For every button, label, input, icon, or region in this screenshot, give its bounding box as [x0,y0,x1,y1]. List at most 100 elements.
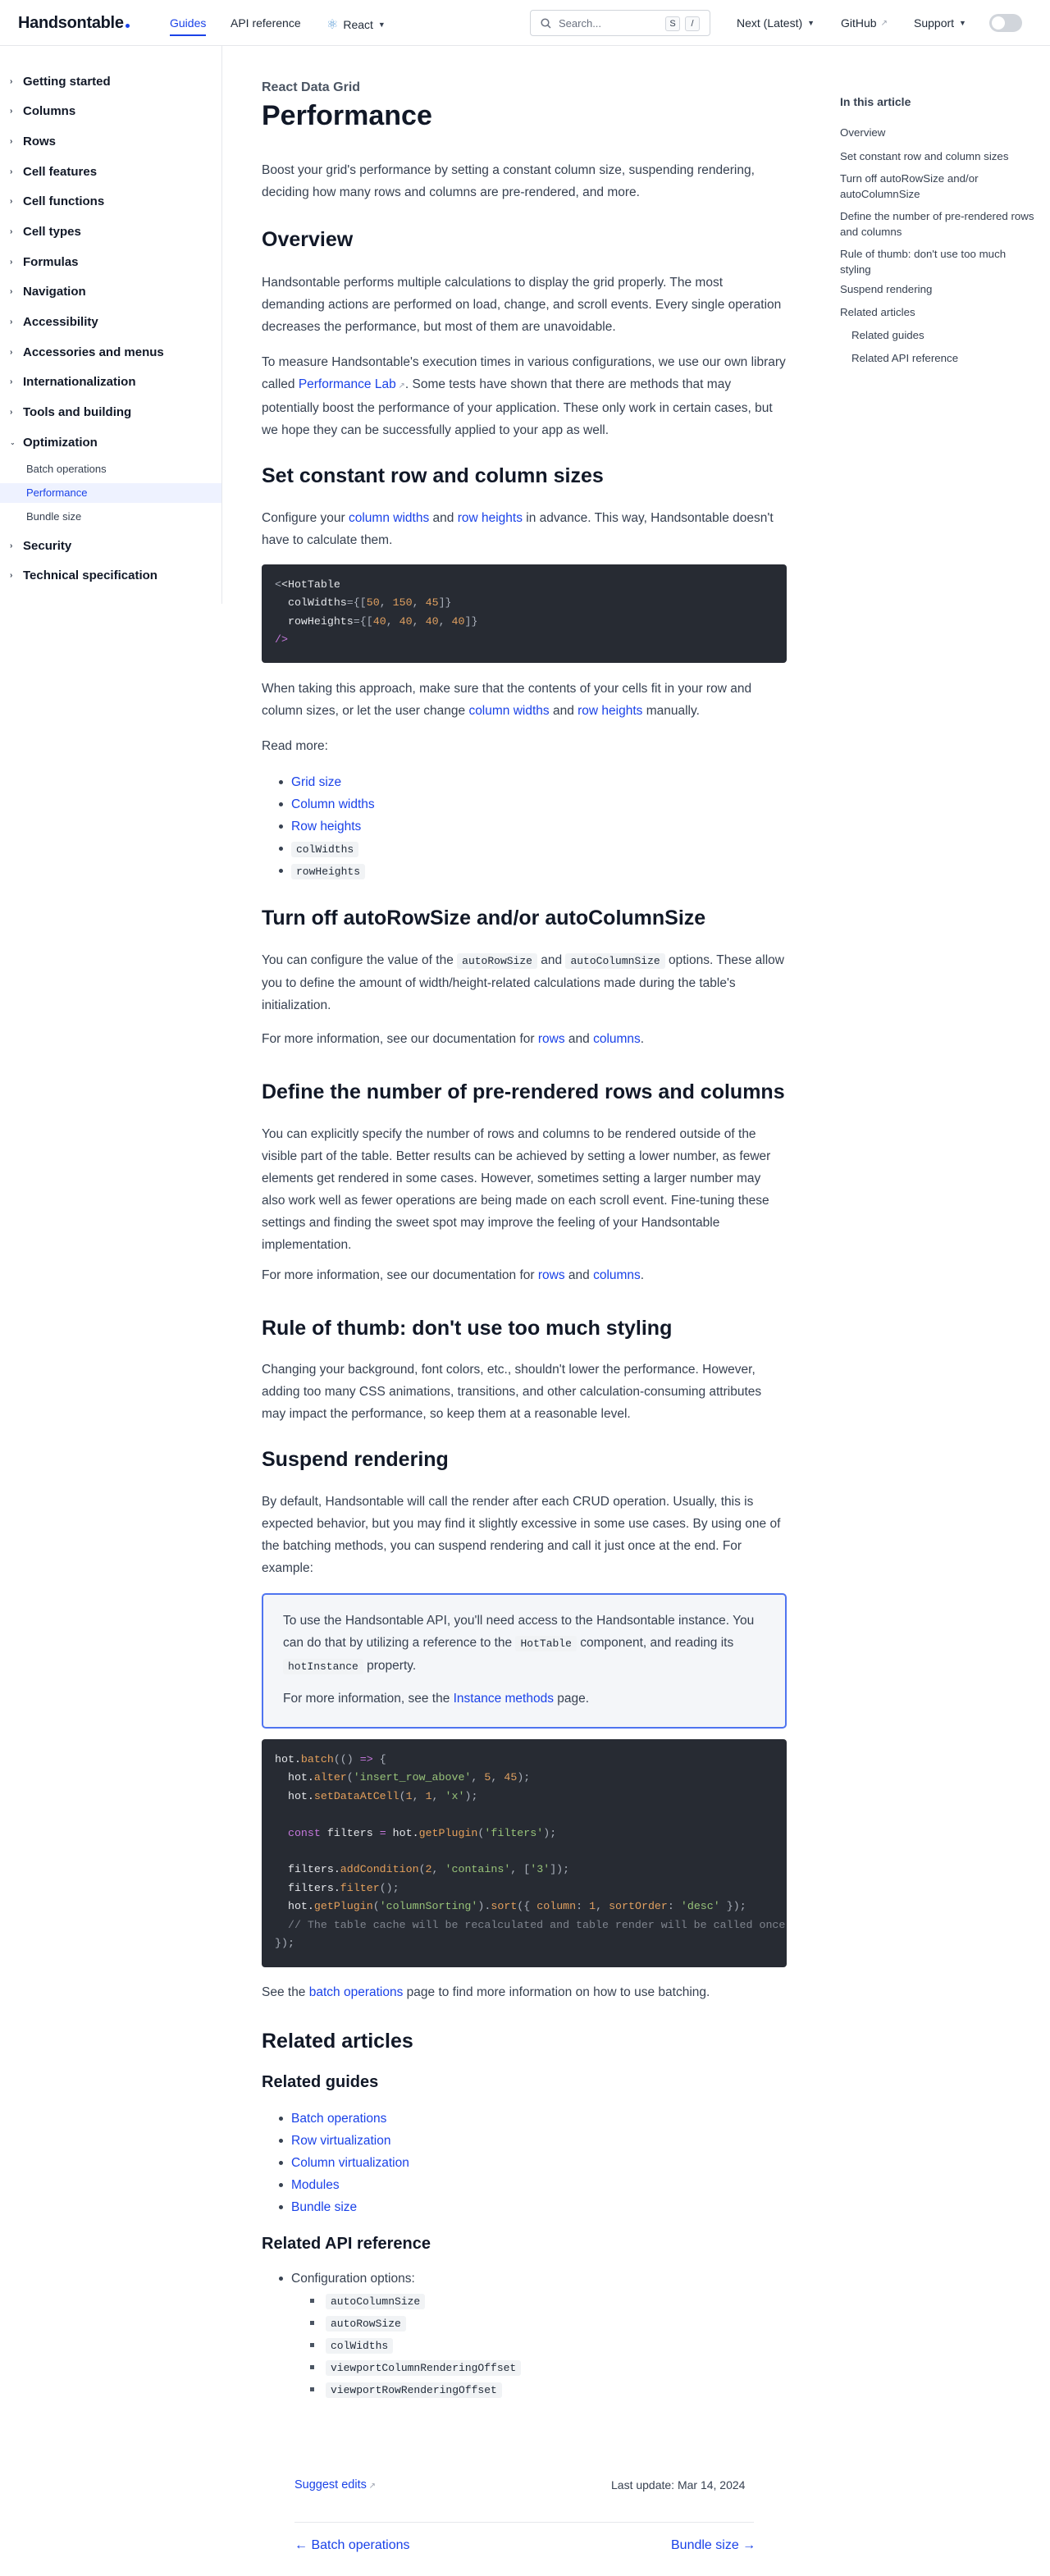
previous-page-link[interactable]: ← Batch operations [294,2538,410,2553]
viewport-column-rendering-offset-api-link[interactable]: viewportColumnRenderingOffset [326,2360,522,2376]
toc-item-styling[interactable]: Rule of thumb: don't use too much stylin… [840,246,1029,277]
sidebar-subitem-bundle-size[interactable]: Bundle size [0,507,221,527]
code-block-hottable[interactable]: <<HotTable colWidths={[50, 150, 45]} row… [262,564,787,663]
heading-suspend-rendering: Suspend rendering [262,1448,449,1471]
footer-divider [294,2522,754,2523]
search-input[interactable]: Search... S / [530,10,710,36]
toc-item-prerender[interactable]: Define the number of pre-rendered rows a… [840,208,1037,240]
chevron-right-icon: › [10,106,13,116]
toc-item-related-articles[interactable]: Related articles [840,304,915,320]
framework-selector[interactable]: ⚛ React ▼ [326,16,386,33]
version-label: Next (Latest) [737,16,803,30]
autorowsize-api-link[interactable]: autoRowSize [326,2316,406,2332]
heading-related-api: Related API reference [262,2235,431,2253]
sidebar-item-navigation[interactable]: › Navigation [0,281,221,302]
performance-lab-link[interactable]: Performance Lab [299,377,396,391]
row-heights-link-2[interactable]: row heights [578,704,642,718]
related-modules-link[interactable]: Modules [291,2178,340,2192]
code-line: filters.addCondition(2, 'contains', ['3'… [275,1863,570,1876]
autosize-paragraph-1: You can configure the value of the autoR… [262,953,784,1012]
list-item: Column widths [262,793,787,815]
toc-item-related-guides[interactable]: Related guides [851,327,924,343]
sidebar-item-security[interactable]: › Security [0,535,221,556]
sidebar-item-technical-specification[interactable]: › Technical specification [0,564,221,586]
heading-constant-sizes: Set constant row and column sizes [262,464,604,487]
list-item: colWidths [262,2334,787,2356]
columns-link-2[interactable]: columns [593,1268,641,1282]
related-column-virtualization-link[interactable]: Column virtualization [291,2156,409,2170]
hotinstance-code: hotInstance [283,1659,363,1674]
shortcut-key-slash: / [685,16,700,31]
toc-item-related-api[interactable]: Related API reference [851,350,958,366]
list-item: Batch operations [262,2108,787,2130]
external-link-icon: ↗ [880,18,888,28]
rows-link[interactable]: rows [538,1032,565,1046]
github-link[interactable]: GitHub ↗ [841,16,888,30]
sidebar-subitem-batch-operations[interactable]: Batch operations [0,459,221,479]
batch-operations-link[interactable]: batch operations [309,1985,404,1999]
sidebar-item-internationalization[interactable]: › Internationalization [0,371,221,392]
toc-title: In this article [840,95,911,108]
code-line: hot.setDataAtCell(1, 1, 'x'); [275,1789,478,1802]
hottable-code: HotTable [515,1636,577,1651]
chevron-right-icon: › [10,541,13,550]
toc-item-autosize[interactable]: Turn off autoRowSize and/or autoColumnSi… [840,171,1004,202]
nav-api-reference-link[interactable]: API reference [231,16,301,30]
column-widths-link-3[interactable]: Column widths [291,797,375,811]
framework-label: React [343,18,373,31]
chevron-right-icon: › [10,286,13,296]
next-page-link[interactable]: Bundle size → [671,2538,756,2553]
callout-paragraph-1: To use the Handsontable API, you'll need… [283,1614,755,1674]
sidebar-item-accessories-and-menus[interactable]: › Accessories and menus [0,341,221,363]
suspend-paragraph-1: By default, Handsontable will call the r… [262,1495,781,1575]
autocolumnsize-api-link[interactable]: autoColumnSize [326,2294,426,2309]
list-item: viewportColumnRenderingOffset [262,2356,787,2378]
sidebar-item-rows[interactable]: › Rows [0,130,221,152]
sidebar-item-cell-features[interactable]: › Cell features [0,161,221,182]
toc-item-suspend-rendering[interactable]: Suspend rendering [840,281,932,297]
version-selector[interactable]: Next (Latest) ▼ [737,16,815,30]
viewport-row-rendering-offset-api-link[interactable]: viewportRowRenderingOffset [326,2382,502,2398]
sidebar-item-getting-started[interactable]: › Getting started [0,71,221,92]
page-title: Performance [262,100,432,131]
callout-paragraph-2: For more information, see the Instance m… [283,1692,590,1706]
suggest-edits-link[interactable]: Suggest edits ↗ [294,2478,376,2492]
list-item: Column virtualization [262,2152,787,2174]
sidebar-item-tools-and-building[interactable]: › Tools and building [0,401,221,422]
sidebar-item-cell-functions[interactable]: › Cell functions [0,190,221,212]
sidebar-item-accessibility[interactable]: › Accessibility [0,311,221,332]
code-comment: // The table cache will be recalculated … [287,1918,786,1931]
sidebar-subitem-performance[interactable]: Performance [0,483,221,503]
external-link-icon: ↗ [366,2482,377,2491]
related-row-virtualization-link[interactable]: Row virtualization [291,2134,390,2148]
sidebar-item-formulas[interactable]: › Formulas [0,251,221,272]
colwidths-api-link[interactable]: colWidths [326,2338,394,2354]
code-line: hot.batch(() => { [275,1753,386,1765]
related-bundle-size-link[interactable]: Bundle size [291,2200,357,2214]
code-line: const filters = hot.getPlugin('filters')… [287,1826,557,1839]
support-menu[interactable]: Support ▼ [914,16,966,30]
prerender-paragraph-1: You can explicitly specify the number of… [262,1127,771,1252]
sidebar-item-cell-types[interactable]: › Cell types [0,221,221,242]
chevron-right-icon: › [10,407,13,417]
heading-styling: Rule of thumb: don't use too much stylin… [262,1317,673,1340]
code-block-batch[interactable]: hot.batch(() => { hot.alter('insert_row_… [262,1739,787,1967]
logo[interactable]: Handsontable [18,14,130,33]
theme-toggle[interactable] [989,14,1022,32]
chevron-right-icon: › [10,570,13,580]
row-heights-link-3[interactable]: Row heights [291,820,361,834]
related-batch-operations-link[interactable]: Batch operations [291,2112,386,2126]
columns-link[interactable]: columns [593,1032,641,1046]
rows-link-2[interactable]: rows [538,1268,565,1282]
nav-guides-link[interactable]: Guides [170,16,207,36]
grid-size-link[interactable]: Grid size [291,775,341,789]
sidebar-item-optimization[interactable]: ⌄ Optimization [0,432,221,453]
column-widths-link-2[interactable]: column widths [468,704,549,718]
toc-item-constant-sizes[interactable]: Set constant row and column sizes [840,148,1037,164]
sidebar: › Getting started › Columns › Rows › Cell fe… [0,46,222,604]
sidebar-item-columns[interactable]: › Columns [0,100,221,121]
instance-methods-link[interactable]: Instance methods [454,1692,554,1706]
row-heights-link[interactable]: row heights [458,511,523,525]
toc-item-overview[interactable]: Overview [840,125,885,140]
column-widths-link[interactable]: column widths [349,511,429,525]
